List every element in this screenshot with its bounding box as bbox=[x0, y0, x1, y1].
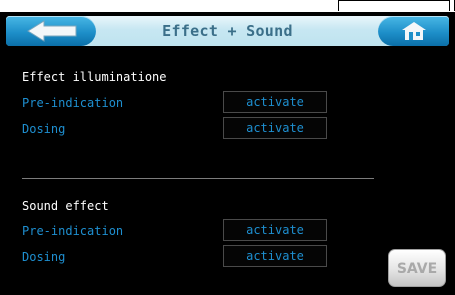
sound-section-title: Sound effect bbox=[22, 199, 109, 213]
effect-pre-indication-label: Pre-indication bbox=[22, 96, 124, 110]
effect-pre-indication-value[interactable]: activate bbox=[223, 91, 327, 113]
save-button[interactable]: SAVE bbox=[388, 249, 446, 287]
sound-pre-indication-label: Pre-indication bbox=[22, 224, 124, 238]
back-button[interactable] bbox=[6, 16, 96, 46]
window-frame-fragment bbox=[338, 0, 450, 11]
effect-dosing-value[interactable]: activate bbox=[223, 117, 327, 139]
home-button[interactable] bbox=[378, 16, 449, 46]
effect-section-title: Effect illuminatione bbox=[22, 70, 167, 84]
effect-dosing-label: Dosing bbox=[22, 122, 66, 136]
section-divider bbox=[22, 178, 374, 179]
sound-pre-indication-value[interactable]: activate bbox=[223, 219, 327, 241]
sound-dosing-value[interactable]: activate bbox=[223, 245, 327, 267]
header-bar: Effect + Sound bbox=[6, 16, 449, 46]
arrow-left-icon bbox=[27, 20, 77, 42]
home-icon bbox=[402, 22, 426, 40]
sound-dosing-label: Dosing bbox=[22, 250, 66, 264]
